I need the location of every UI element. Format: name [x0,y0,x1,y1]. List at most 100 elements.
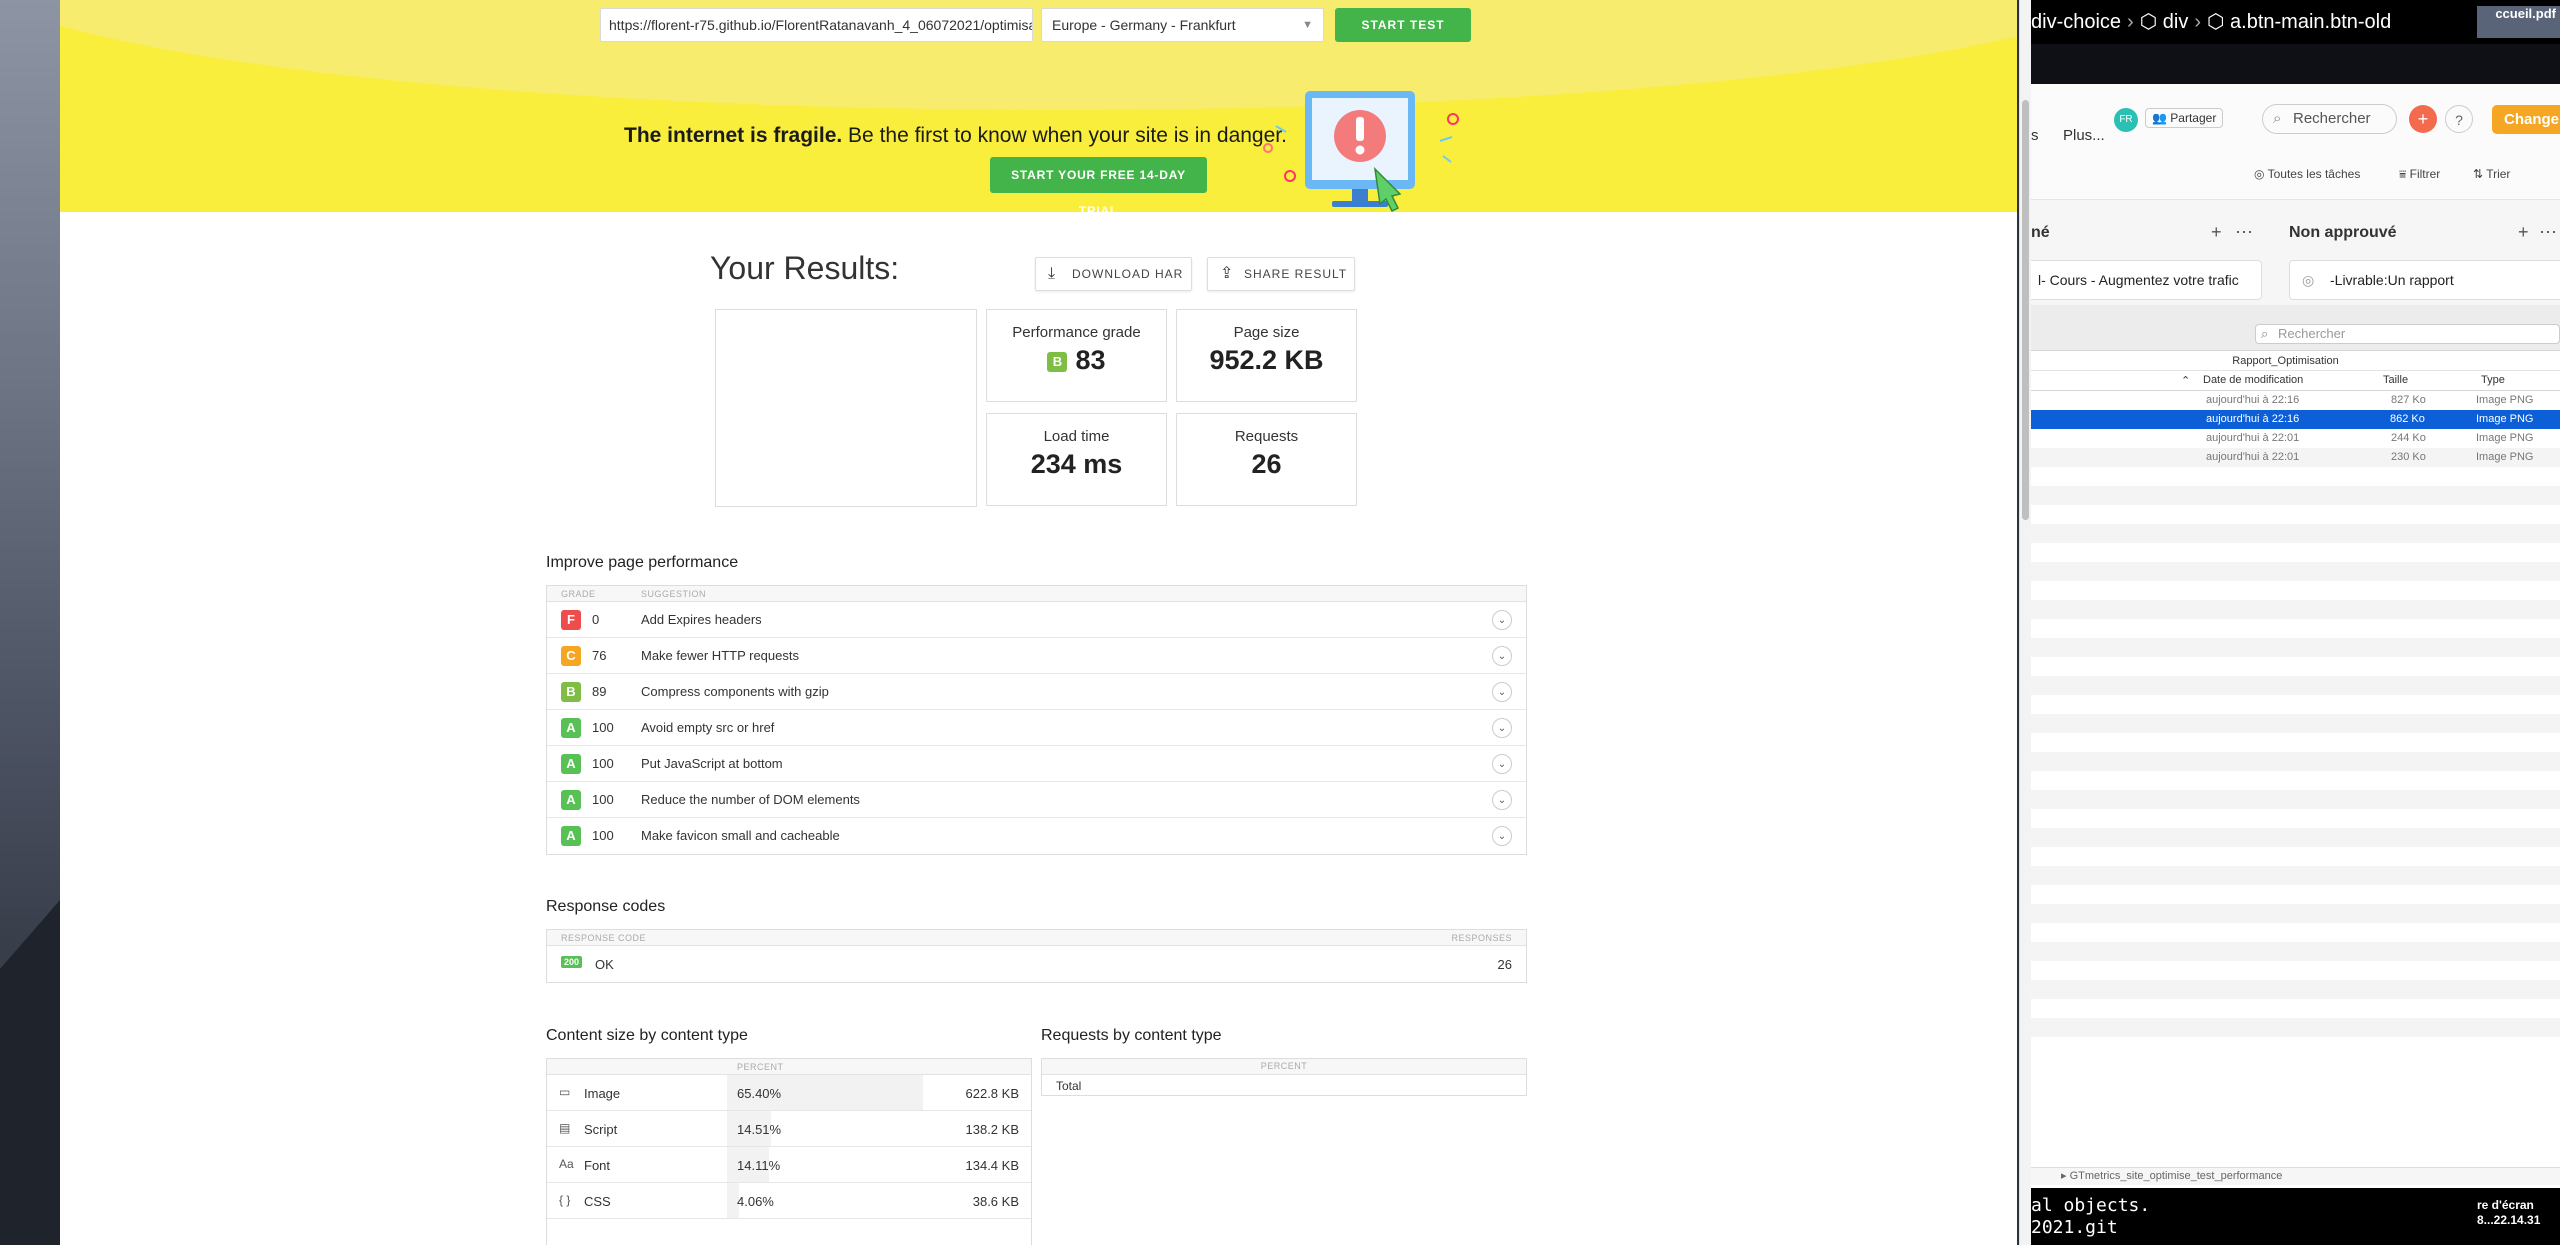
finder-empty-row [2031,866,2560,885]
performance-grade-label: Performance grade [1012,324,1141,341]
finder-column-header: ⌃ Date de modification Taille Type [2031,371,2560,391]
start-test-button[interactable]: START TEST [1335,8,1471,42]
content-type-name: CSS [584,1194,611,1209]
all-tasks-filter[interactable]: ◎ Toutes les tâches [2254,167,2360,181]
content-type-name: Script [584,1122,618,1137]
chevron-down-icon[interactable]: ⌄ [1492,646,1512,666]
col-modified[interactable]: Date de modification [2203,374,2303,386]
suggestion-text: Reduce the number of DOM elements [641,792,860,807]
download-har-label: DOWNLOAD HAR [1072,267,1184,281]
task-search-input[interactable]: ⌕ Rechercher [2262,104,2397,134]
task-card-deliverable[interactable]: ◎ -Livrable:Un rapport [2289,260,2560,300]
file-type: Image PNG [2476,413,2534,425]
sort-button[interactable]: ⇅ Trier [2473,167,2510,181]
requests-type-header: PERCENT [1042,1059,1526,1075]
more-icon[interactable]: ⋯ [2539,222,2557,243]
finder-toolbar: ⌕ Rechercher [2031,305,2560,351]
page-size-card: Page size 952.2 KB [1176,309,1357,402]
crumb-div[interactable]: div [2163,11,2189,33]
add-task-icon[interactable]: + [2518,222,2529,243]
sort-ascending-icon[interactable]: ⌃ [2181,374,2190,387]
content-type-row: ▤ Script 14.51% 138.2 KB [547,1111,1031,1147]
suggestion-row[interactable]: A 100 Put JavaScript at bottom ⌄ [547,746,1526,782]
free-trial-button[interactable]: START YOUR FREE 14-DAY TRIAL [990,157,1207,212]
finder-empty-row [2031,600,2560,619]
desktop-screenshot-file[interactable]: re d'écran 8...22.14.31 [2477,1198,2540,1228]
finder-path-bar: ▸ GTmetrics_site_optimise_test_performan… [2031,1167,2560,1185]
finder-empty-row [2031,581,2560,600]
search-icon: ⌕ [2273,110,2282,127]
image-icon: ▭ [559,1085,571,1099]
more-icon[interactable]: ⋯ [2235,222,2253,243]
chevron-down-icon[interactable]: ⌄ [1492,790,1512,810]
finder-file-row[interactable]: aujourd'hui à 22:16 862 Ko Image PNG [2031,410,2560,429]
finder-empty-row [2031,562,2560,581]
file-type: Image PNG [2476,394,2534,406]
finder-empty-row [2031,847,2560,866]
help-icon[interactable]: ? [2445,105,2473,133]
add-task-icon[interactable]: + [2211,222,2222,243]
scrollbar-thumb[interactable] [2022,100,2029,520]
add-icon[interactable]: + [2409,105,2437,133]
task-filter-bar: ◎ Toutes les tâches ⩸ Filtrer ⇅ Trier [2031,160,2560,190]
col-type[interactable]: Type [2481,374,2505,386]
partial-tab[interactable]: s [2031,127,2039,144]
chevron-down-icon[interactable]: ⌄ [1492,826,1512,846]
crumb-div-choice[interactable]: div-choice [2031,11,2121,33]
suggestion-row[interactable]: A 100 Make favicon small and cacheable ⌄ [547,818,1526,854]
filter-button[interactable]: ⩸ Filtrer [2399,167,2440,182]
promo-banner: https://florent-r75.github.io/FlorentRat… [60,0,2017,212]
avatar[interactable]: FR [2114,108,2138,132]
page-size-label: Page size [1233,324,1300,341]
suggestion-row[interactable]: C 76 Make fewer HTTP requests ⌄ [547,638,1526,674]
col-responses: RESPONSES [1451,933,1512,943]
suggestion-row[interactable]: A 100 Reduce the number of DOM elements ⌄ [547,782,1526,818]
dark-strip [2031,44,2560,84]
col-size[interactable]: Taille [2383,374,2408,386]
finder-empty-row [2031,676,2560,695]
file-type: Image PNG [2476,432,2534,444]
filter-icon: ⩸ [2399,167,2407,181]
suggestion-row[interactable]: A 100 Avoid empty src or href ⌄ [547,710,1526,746]
suggestion-row[interactable]: F 0 Add Expires headers ⌄ [547,602,1526,638]
banner-wave [60,0,2017,110]
suggestion-score: 100 [592,756,614,771]
column-title: né [2031,224,2050,241]
task-card[interactable]: l- Cours - Augmentez votre trafic [2031,260,2262,300]
crumb-anchor[interactable]: a.btn-main.btn-old [2230,11,2391,33]
requests-value: 26 [1251,449,1282,479]
suggestion-score: 89 [592,684,607,699]
share-result-button[interactable]: ⇪ SHARE RESULT [1207,257,1355,291]
page-scrollbar[interactable] [2019,0,2031,1245]
suggestion-text: Compress components with gzip [641,684,829,699]
location-select[interactable]: Europe - Germany - Frankfurt ▼ [1041,8,1324,42]
chevron-down-icon[interactable]: ⌄ [1492,610,1512,630]
finder-empty-row [2031,467,2560,486]
content-size: 138.2 KB [965,1122,1020,1137]
share-button[interactable]: 👥 Partager [2145,108,2224,128]
requests-total-row: Total [1056,1079,1082,1093]
content-size: 134.4 KB [965,1158,1020,1173]
sort-label: Trier [2486,167,2511,181]
url-input[interactable]: https://florent-r75.github.io/FlorentRat… [600,8,1033,42]
download-har-button[interactable]: ⤓ DOWNLOAD HAR [1035,257,1192,291]
finder-empty-row [2031,828,2560,847]
promo-headline-bold: The internet is fragile. [624,124,843,147]
chevron-down-icon[interactable]: ⌄ [1492,682,1512,702]
chevron-down-icon[interactable]: ⌄ [1492,754,1512,774]
finder-empty-row [2031,752,2560,771]
chevron-right-icon: › [2194,11,2201,33]
finder-file-row[interactable]: aujourd'hui à 22:16 827 Ko Image PNG [2031,391,2560,410]
content-type-name: Font [584,1158,611,1173]
change-plan-button[interactable]: Changer [2492,105,2560,134]
finder-file-row[interactable]: aujourd'hui à 22:01 244 Ko Image PNG [2031,429,2560,448]
suggestion-row[interactable]: B 89 Compress components with gzip ⌄ [547,674,1526,710]
finder-empty-row [2031,543,2560,562]
more-menu[interactable]: Plus... [2063,127,2105,144]
chevron-down-icon[interactable]: ⌄ [1492,718,1512,738]
finder-empty-row [2031,486,2560,505]
finder-path-text: GTmetrics_site_optimise_test_performance [2069,1170,2283,1182]
desktop-file-pdf[interactable]: ccueil.pdf [2477,6,2560,38]
finder-search-input[interactable]: ⌕ Rechercher [2255,324,2560,344]
finder-file-row[interactable]: aujourd'hui à 22:01 230 Ko Image PNG [2031,448,2560,467]
